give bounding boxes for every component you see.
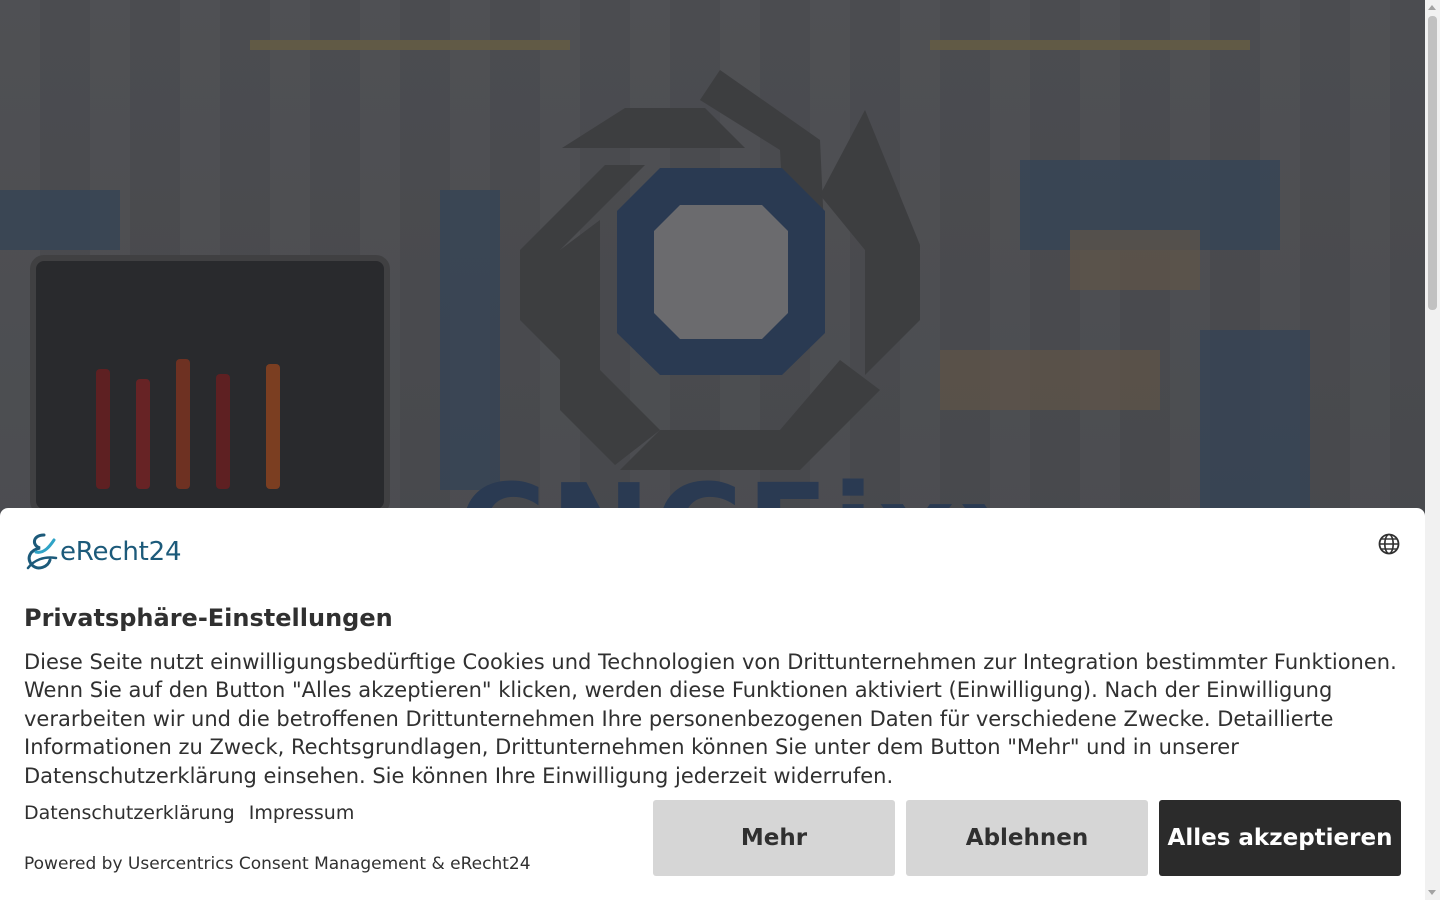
consent-title: Privatsphäre-Einstellungen bbox=[24, 604, 393, 632]
scrollbar-thumb[interactable] bbox=[1428, 16, 1437, 310]
imprint-link[interactable]: Impressum bbox=[249, 802, 355, 824]
more-button[interactable]: Mehr bbox=[653, 800, 895, 876]
company-logo-text: CNCFixx bbox=[458, 462, 988, 509]
erecht24-emblem-icon bbox=[26, 533, 58, 570]
company-logo-icon bbox=[520, 70, 920, 470]
consent-links: Datenschutzerklärung Impressum bbox=[24, 802, 362, 824]
consent-description: Diese Seite nutzt einwilligungsbedürftig… bbox=[24, 650, 1397, 788]
page-scrollbar[interactable] bbox=[1425, 0, 1440, 900]
erecht24-logo: eRecht24 bbox=[24, 532, 182, 572]
scroll-down-arrow-icon[interactable] bbox=[1428, 890, 1436, 895]
globe-icon[interactable] bbox=[1377, 532, 1401, 556]
powered-by-text: Powered by Usercentrics Consent Manageme… bbox=[24, 854, 531, 874]
scroll-up-arrow-icon[interactable] bbox=[1428, 5, 1436, 10]
accept-all-button[interactable]: Alles akzeptieren bbox=[1159, 800, 1401, 876]
deny-button[interactable]: Ablehnen bbox=[906, 800, 1148, 876]
brand-name: eRecht24 bbox=[60, 537, 182, 567]
cookie-consent-banner: eRecht24 Privatsphäre-Einstellungen Dies… bbox=[0, 508, 1425, 900]
privacy-policy-link[interactable]: Datenschutzerklärung bbox=[24, 802, 235, 824]
